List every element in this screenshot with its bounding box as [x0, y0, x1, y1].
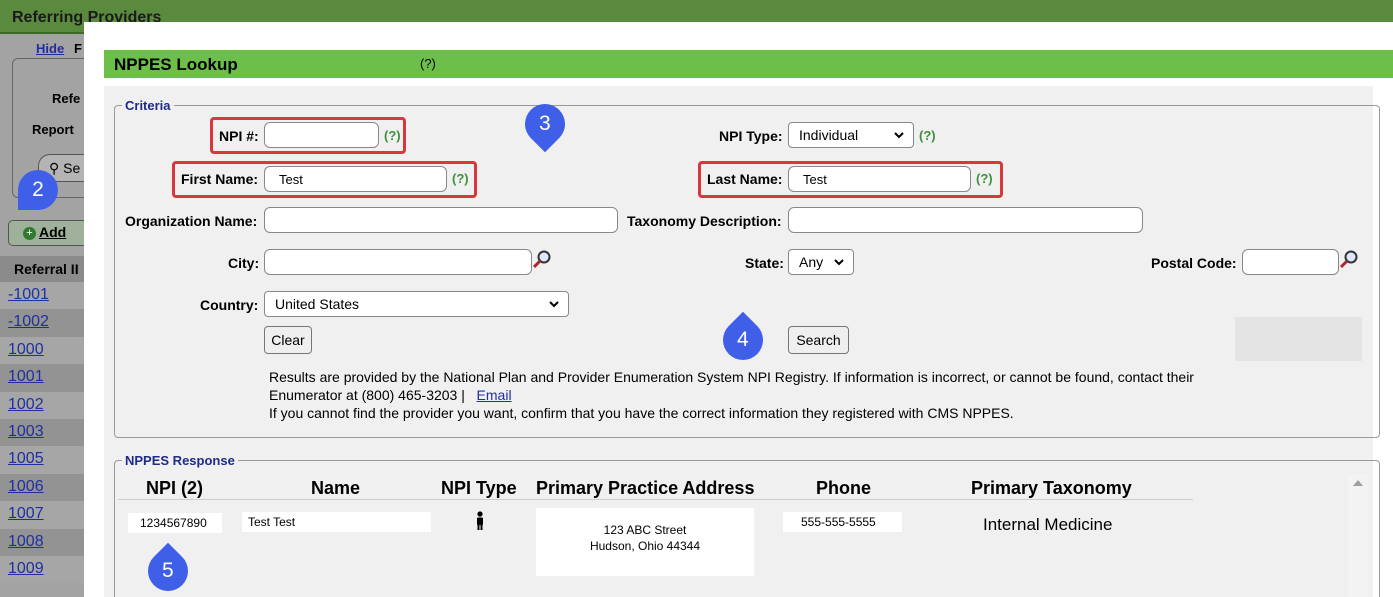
table-row: 1007	[0, 501, 84, 529]
step-marker-2: 2	[18, 170, 58, 210]
first-name-input[interactable]: Test	[264, 166, 447, 192]
referral-link[interactable]: 1005	[8, 450, 44, 467]
table-row: 1001	[0, 364, 84, 392]
referral-link[interactable]: 1008	[8, 533, 44, 550]
state-select[interactable]: Any	[788, 249, 854, 275]
referral-list: -1001 -1002 1000 1001 1002 1003 1005 100…	[0, 282, 84, 584]
table-row: 1005	[0, 446, 84, 474]
referral-link[interactable]: 1007	[8, 505, 44, 522]
person-icon	[474, 511, 486, 534]
last-name-label: Last Name:	[707, 171, 783, 187]
modal-title: NPPES Lookup	[114, 55, 238, 74]
referring-label: Refe	[52, 91, 81, 106]
referral-link[interactable]: 1000	[8, 341, 44, 358]
table-row: 1000	[0, 336, 84, 365]
table-row: -1001	[0, 282, 84, 310]
postal-code-label: Postal Code:	[1151, 255, 1237, 271]
city-lookup-magnifier-icon[interactable]	[532, 249, 552, 269]
add-button[interactable]: + Add	[8, 220, 84, 246]
chevron-down-icon	[893, 128, 905, 144]
table-row: 1008	[0, 528, 84, 556]
status-area	[1235, 317, 1362, 361]
step-marker-5-label: 5	[162, 559, 174, 582]
response-scrollbar[interactable]	[1348, 474, 1368, 597]
referral-link[interactable]: 1002	[8, 396, 44, 413]
result-npi[interactable]: 1234567890	[128, 513, 222, 533]
table-row: 1009	[0, 555, 84, 584]
referral-id-column-header[interactable]: Referral II	[0, 256, 84, 282]
chevron-down-icon	[548, 297, 560, 313]
taxonomy-description-input[interactable]	[788, 207, 1143, 233]
modal-help-link[interactable]: (?)	[420, 56, 436, 71]
referral-link[interactable]: 1001	[8, 368, 44, 385]
last-name-input[interactable]: Test	[788, 166, 971, 192]
npi-column-header[interactable]: NPI (2)	[146, 478, 203, 499]
modal-title-bar: NPPES Lookup (?)	[104, 50, 1393, 78]
npi-type-help[interactable]: (?)	[919, 128, 936, 143]
country-label: Country:	[200, 297, 259, 313]
registry-note: Results are provided by the National Pla…	[269, 368, 1279, 422]
phone-column-header[interactable]: Phone	[816, 478, 871, 499]
note-line-1: Results are provided by the National Pla…	[269, 369, 1194, 385]
result-taxonomy[interactable]: Internal Medicine	[983, 515, 1112, 535]
organization-name-label: Organization Name:	[125, 213, 258, 229]
taxonomy-description-label: Taxonomy Description:	[627, 213, 782, 229]
address-line-2: Hudson, Ohio 44344	[589, 539, 701, 553]
country-select[interactable]: United States	[264, 291, 569, 317]
city-input[interactable]	[264, 249, 532, 275]
chevron-down-icon	[833, 255, 845, 271]
table-row: 1003	[0, 418, 84, 447]
first-name-help[interactable]: (?)	[452, 171, 469, 186]
postal-lookup-magnifier-icon[interactable]	[1339, 249, 1359, 269]
postal-code-input[interactable]	[1242, 249, 1339, 275]
country-value: United States	[275, 296, 360, 312]
table-row: 1006	[0, 473, 84, 502]
npi-type-label: NPI Type:	[719, 128, 783, 144]
referral-link[interactable]: 1003	[8, 423, 44, 440]
note-line-3: If you cannot find the provider you want…	[269, 405, 1014, 421]
result-address[interactable]: 123 ABC Street Hudson, Ohio 44344	[536, 508, 754, 576]
header-divider	[118, 499, 1193, 500]
organization-name-input[interactable]	[264, 207, 618, 233]
clear-button[interactable]: Clear	[264, 326, 312, 354]
table-row: 1002	[0, 391, 84, 419]
npi-type-column-header[interactable]: NPI Type	[441, 478, 517, 499]
background-search-label: Se	[63, 160, 81, 176]
step-marker-3-label: 3	[539, 112, 551, 135]
address-column-header[interactable]: Primary Practice Address	[536, 478, 754, 499]
note-line-2: Enumerator at (800) 465-3203 | Email	[269, 386, 1279, 404]
enumerator-phone-text: Enumerator at (800) 465-3203 |	[269, 387, 465, 403]
scroll-up-arrow-icon[interactable]	[1353, 480, 1363, 486]
step-marker-4-label: 4	[737, 328, 749, 351]
email-link[interactable]: Email	[477, 387, 512, 403]
referral-link[interactable]: 1006	[8, 478, 44, 495]
result-phone[interactable]: 555-555-5555	[783, 512, 902, 532]
first-name-label: First Name:	[181, 171, 259, 187]
hide-link[interactable]: Hide	[36, 41, 64, 56]
table-row: -1002	[0, 309, 84, 337]
state-value: Any	[799, 254, 824, 270]
search-button[interactable]: Search	[788, 326, 849, 354]
address-line-1: 123 ABC Street	[603, 523, 687, 537]
npi-label: NPI #:	[219, 128, 259, 144]
referral-link[interactable]: -1001	[8, 286, 49, 303]
referral-link[interactable]: 1009	[8, 560, 44, 577]
last-name-help[interactable]: (?)	[976, 171, 993, 186]
city-label: City:	[228, 255, 260, 271]
add-button-label: Add	[39, 224, 67, 240]
npi-help[interactable]: (?)	[384, 128, 401, 143]
npi-input[interactable]	[264, 122, 379, 148]
taxonomy-column-header[interactable]: Primary Taxonomy	[971, 478, 1132, 499]
response-legend: NPPES Response	[125, 453, 235, 468]
name-column-header[interactable]: Name	[311, 478, 360, 499]
plus-icon: +	[23, 227, 36, 240]
criteria-legend: Criteria	[125, 98, 171, 113]
npi-type-value: Individual	[799, 127, 859, 143]
report-label: Report	[32, 122, 74, 137]
result-name[interactable]: Test Test	[242, 512, 431, 532]
npi-type-select[interactable]: Individual	[788, 122, 914, 148]
referral-link[interactable]: -1002	[8, 313, 49, 330]
state-label: State:	[745, 255, 784, 271]
background-f-label: F	[74, 41, 82, 56]
